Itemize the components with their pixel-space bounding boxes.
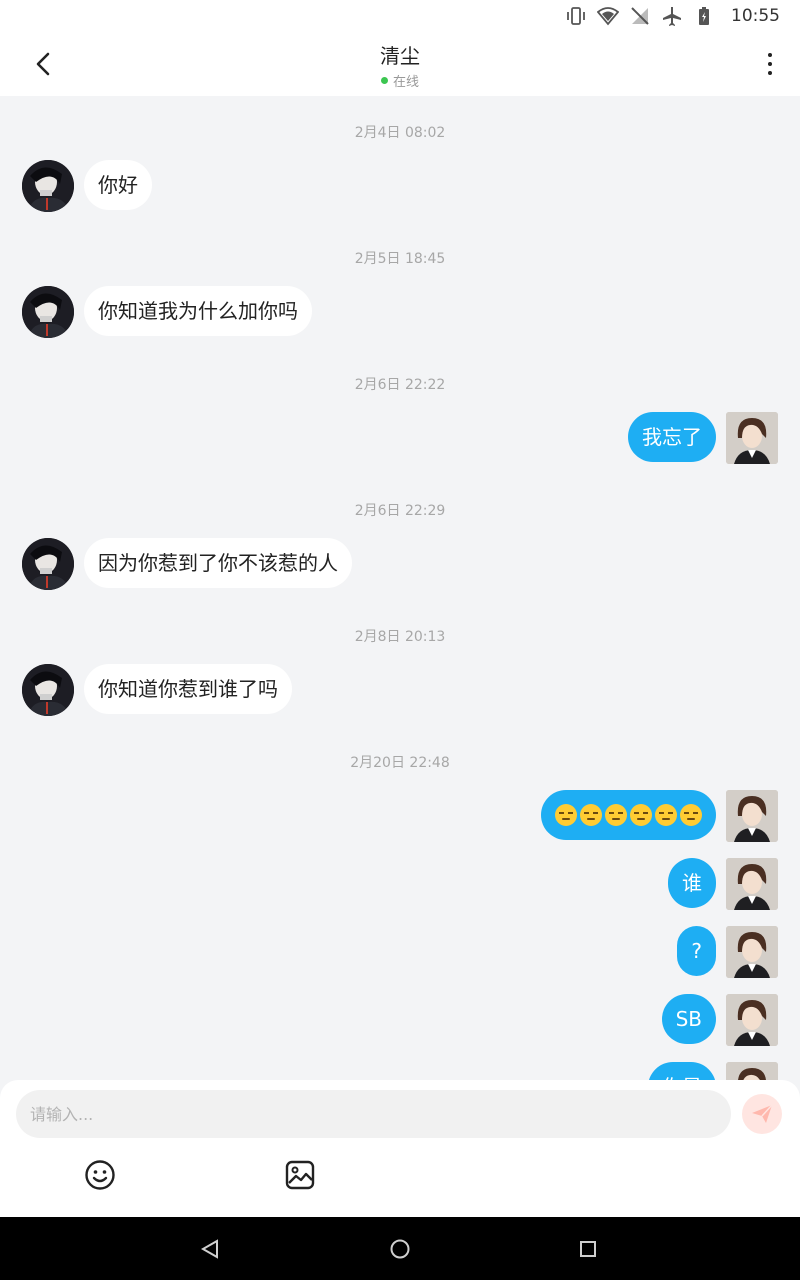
status-bar: 10:55 xyxy=(0,0,800,32)
outgoing-message[interactable]: 我忘了 xyxy=(628,412,716,462)
unamused-face-emoji xyxy=(580,804,602,826)
timestamp: 2月4日 08:02 xyxy=(354,125,446,141)
contact-avatar[interactable] xyxy=(22,286,74,338)
send-icon xyxy=(752,1104,773,1123)
timestamp: 2月6日 22:22 xyxy=(354,377,446,393)
system-nav-bar xyxy=(0,1217,800,1280)
status-time: 10:55 xyxy=(731,6,780,26)
contact-avatar[interactable] xyxy=(22,664,74,716)
outgoing-message[interactable]: SB xyxy=(661,994,716,1044)
incoming-message[interactable]: 因为你惹到了你不该惹的人 xyxy=(84,538,352,588)
timestamp: 2月5日 18:45 xyxy=(354,251,446,267)
timestamp: 2月6日 22:29 xyxy=(354,503,446,519)
timestamp: 2月20日 22:48 xyxy=(350,755,450,771)
emoji-row xyxy=(555,790,702,840)
home-circle-icon xyxy=(390,1239,410,1259)
my-avatar[interactable] xyxy=(726,790,778,842)
outgoing-emoji-message[interactable] xyxy=(541,790,716,840)
my-avatar[interactable] xyxy=(726,412,778,464)
unamused-face-emoji xyxy=(630,804,652,826)
battery-charging-icon xyxy=(693,5,715,27)
unamused-face-emoji xyxy=(655,804,677,826)
outgoing-message[interactable]: ? xyxy=(677,926,716,976)
online-status-text: 在线 xyxy=(392,75,419,90)
outgoing-message[interactable]: 你是 xyxy=(648,1062,716,1080)
message-composer xyxy=(0,1080,800,1217)
chat-header: 清尘 在线 xyxy=(0,32,800,96)
my-avatar[interactable] xyxy=(726,926,778,978)
my-avatar[interactable] xyxy=(726,994,778,1046)
back-triangle-icon xyxy=(200,1239,218,1259)
airplane-mode-icon xyxy=(661,5,683,27)
more-vertical-icon xyxy=(768,53,772,57)
wifi-icon xyxy=(597,5,619,27)
contact-info: 清尘 在线 xyxy=(0,40,800,90)
more-options-button[interactable] xyxy=(758,48,782,80)
message-input[interactable] xyxy=(16,1090,731,1138)
incoming-message[interactable]: 你知道你惹到谁了吗 xyxy=(84,664,292,714)
timestamp: 2月8日 20:13 xyxy=(354,629,446,645)
unamused-face-emoji xyxy=(680,804,702,826)
message-list[interactable]: 2月4日 08:02 你好 2月5日 18:45 你知道我为什么加你吗 2月6日… xyxy=(0,96,800,1080)
online-status: 在线 xyxy=(380,71,419,90)
outgoing-message[interactable]: 谁 xyxy=(668,858,716,908)
image-button[interactable] xyxy=(283,1158,317,1192)
nav-back-button[interactable] xyxy=(196,1235,224,1263)
send-button[interactable] xyxy=(742,1094,782,1134)
smiley-icon xyxy=(85,1160,115,1190)
my-avatar[interactable] xyxy=(726,858,778,910)
online-dot-icon xyxy=(380,77,388,84)
recents-square-icon xyxy=(580,1241,596,1257)
incoming-message[interactable]: 你好 xyxy=(84,160,152,210)
vibrate-icon xyxy=(565,5,587,27)
image-icon xyxy=(285,1160,315,1190)
nav-home-button[interactable] xyxy=(386,1235,414,1263)
contact-avatar[interactable] xyxy=(22,538,74,590)
no-signal-icon xyxy=(629,5,651,27)
incoming-message[interactable]: 你知道我为什么加你吗 xyxy=(84,286,312,336)
nav-recents-button[interactable] xyxy=(574,1235,602,1263)
my-avatar[interactable] xyxy=(726,1062,778,1080)
contact-avatar[interactable] xyxy=(22,160,74,212)
contact-name: 清尘 xyxy=(380,44,420,68)
unamused-face-emoji xyxy=(605,804,627,826)
unamused-face-emoji xyxy=(555,804,577,826)
emoji-button[interactable] xyxy=(83,1158,117,1192)
